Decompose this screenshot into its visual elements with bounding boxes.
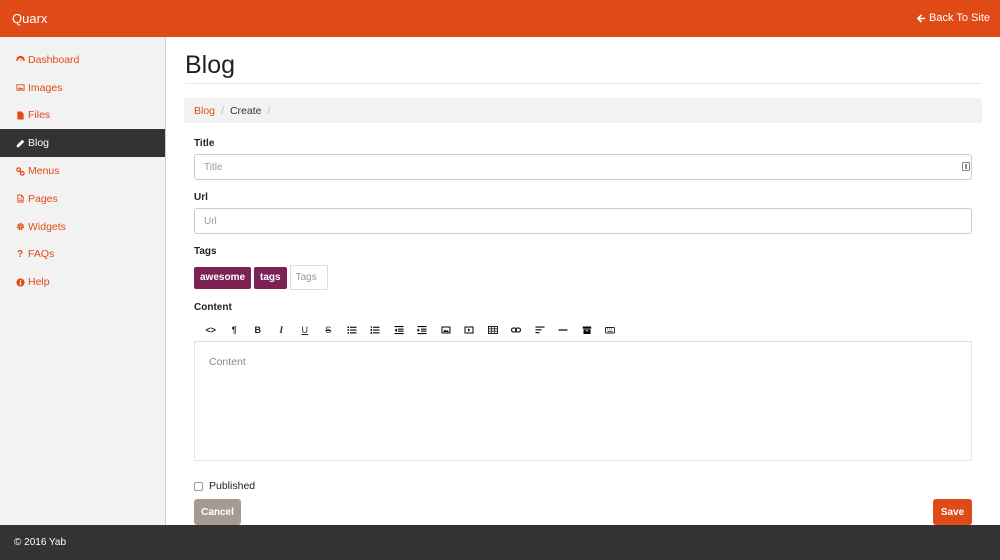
sidebar-item-widgets[interactable]: Widgets xyxy=(0,213,165,241)
breadcrumb-separator: / xyxy=(221,104,224,117)
tags-label: Tags xyxy=(194,246,217,257)
horizontal-rule-icon xyxy=(558,329,568,331)
image-icon xyxy=(14,82,26,94)
archive-button[interactable] xyxy=(575,321,599,339)
video-icon xyxy=(464,326,474,334)
content-placeholder: Content xyxy=(209,356,246,368)
list-ul-icon xyxy=(347,326,357,334)
sidebar-item-label: Menus xyxy=(28,165,60,178)
info-icon xyxy=(14,276,26,288)
keyboard-button[interactable] xyxy=(599,321,623,339)
title-input[interactable] xyxy=(194,154,972,180)
sidebar-item-label: Dashboard xyxy=(28,53,80,66)
page-title: Blog xyxy=(185,51,236,79)
gear-icon xyxy=(14,221,26,233)
insert-table-button[interactable] xyxy=(481,321,505,339)
sidebar-item-images[interactable]: Images xyxy=(0,74,165,102)
cancel-button[interactable]: Cancel xyxy=(194,499,241,525)
brand-logo[interactable]: Quarx xyxy=(12,11,47,26)
sidebar-item-label: Help xyxy=(28,276,50,289)
arrow-left-icon xyxy=(917,13,926,23)
back-to-site-label: Back To Site xyxy=(929,12,990,24)
archive-icon xyxy=(582,326,591,334)
content-editor[interactable]: Content xyxy=(194,341,972,461)
align-left-icon xyxy=(535,326,545,334)
sidebar-item-label: Files xyxy=(28,109,51,122)
indent-icon xyxy=(417,326,427,335)
breadcrumb-separator: / xyxy=(267,104,271,117)
outdent-icon xyxy=(394,326,404,335)
code-view-button[interactable]: <> xyxy=(199,321,223,339)
sidebar-item-label: FAQs xyxy=(28,248,55,261)
sidebar-item-help[interactable]: Help xyxy=(0,268,165,296)
paragraph-button[interactable]: ¶ xyxy=(223,321,247,339)
keyboard-icon xyxy=(605,327,616,334)
sidebar-item-label: Blog xyxy=(28,137,50,150)
unordered-list-button[interactable] xyxy=(340,321,364,339)
dashboard-icon xyxy=(14,54,26,66)
sidebar: Dashboard Images Files Blog Menus Pages … xyxy=(0,37,166,525)
sidebar-item-label: Images xyxy=(28,81,63,94)
link-icon xyxy=(14,165,26,177)
editor-toolbar: <> ¶ B I U S xyxy=(194,319,972,341)
outdent-button[interactable] xyxy=(387,321,411,339)
sidebar-item-blog[interactable]: Blog xyxy=(0,129,165,158)
input-addon-icon[interactable] xyxy=(962,162,970,171)
breadcrumb-current: Create xyxy=(229,104,262,117)
insert-image-button[interactable] xyxy=(434,321,458,339)
page-icon xyxy=(14,193,26,205)
published-checkbox[interactable] xyxy=(194,481,203,491)
main-content: Blog Blog / Create / Title Url Tags awes… xyxy=(167,37,1000,525)
indent-button[interactable] xyxy=(411,321,435,339)
insert-link-button[interactable] xyxy=(505,321,529,339)
top-navbar: Quarx Back To Site xyxy=(0,0,1000,37)
sidebar-item-files[interactable]: Files xyxy=(0,102,165,130)
footer: © 2016 Yab xyxy=(0,525,1000,560)
table-icon xyxy=(487,326,498,334)
sidebar-item-label: Widgets xyxy=(28,220,66,233)
list-ol-icon xyxy=(370,326,380,334)
title-label: Title xyxy=(194,138,215,149)
file-icon xyxy=(14,109,26,121)
align-button[interactable] xyxy=(528,321,552,339)
footer-copyright: © 2016 Yab xyxy=(14,537,67,548)
content-label: Content xyxy=(194,302,232,313)
image-icon xyxy=(441,326,451,334)
tag-chip[interactable]: awesome xyxy=(194,266,252,289)
breadcrumb: Blog / Create / xyxy=(184,98,982,123)
link-icon xyxy=(511,327,522,333)
published-label: Published xyxy=(209,480,256,492)
back-to-site-link[interactable]: Back To Site xyxy=(917,12,990,24)
underline-button[interactable]: U xyxy=(293,321,317,339)
breadcrumb-blog-link[interactable]: Blog xyxy=(194,105,215,117)
published-row: Published xyxy=(194,480,255,492)
question-icon: ? xyxy=(16,248,24,260)
url-input[interactable] xyxy=(194,208,972,234)
tags-field: awesome tags xyxy=(194,265,328,290)
sidebar-item-menus[interactable]: Menus xyxy=(0,157,165,185)
strikethrough-button[interactable]: S xyxy=(317,321,341,339)
horizontal-rule-button[interactable] xyxy=(552,321,576,339)
title-divider xyxy=(185,83,982,84)
sidebar-item-faqs[interactable]: ? FAQs xyxy=(0,241,165,269)
url-label: Url xyxy=(194,192,208,203)
tag-chip[interactable]: tags xyxy=(254,266,287,289)
bold-button[interactable]: B xyxy=(246,321,270,339)
sidebar-item-label: Pages xyxy=(28,192,58,205)
tags-input[interactable] xyxy=(289,265,328,290)
sidebar-item-dashboard[interactable]: Dashboard xyxy=(0,46,165,74)
ordered-list-button[interactable] xyxy=(364,321,388,339)
save-button[interactable]: Save xyxy=(933,499,972,525)
italic-button[interactable]: I xyxy=(270,321,294,339)
pencil-icon xyxy=(14,137,26,149)
insert-video-button[interactable] xyxy=(458,321,482,339)
sidebar-item-pages[interactable]: Pages xyxy=(0,185,165,213)
